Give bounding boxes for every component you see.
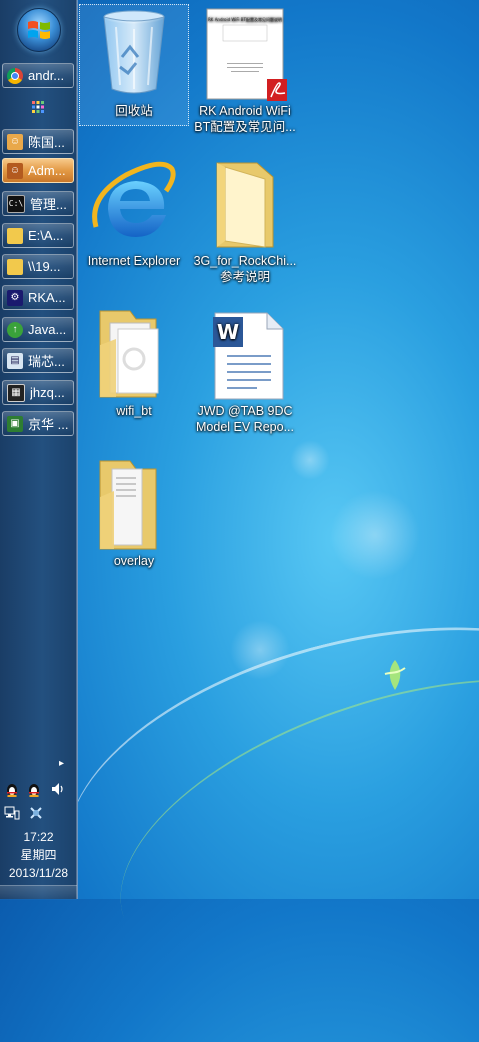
folder-icon (7, 227, 23, 244)
taskbar-button-explorer-network[interactable]: \\19... (2, 254, 74, 279)
recycle-bin-icon (86, 7, 182, 103)
taskbar-button-qq-chat[interactable]: ☺ 陈国... (2, 129, 74, 154)
taskbar-button-label: 瑞芯... (28, 354, 65, 369)
desktop-icon-pdf-document[interactable]: RK Android WiFi BT配置及常见问题说明 RK Android W… (190, 7, 300, 135)
taskbar-button-label: 京华 ... (28, 417, 69, 432)
desktop-icon-label: wifi_bt (116, 404, 152, 418)
taskbar-button-label: \\19... (28, 259, 61, 274)
wallpaper-glow (290, 440, 330, 480)
app-icon: ▣ (7, 415, 23, 432)
taskbar-button-label: RKA... (28, 290, 66, 305)
desktop-icon-label: JWD @TAB 9DC Model EV Repo... (196, 404, 294, 434)
internet-explorer-icon (86, 157, 182, 253)
taskbar-button-rk-tool[interactable]: ⚙ RKA... (2, 285, 74, 310)
show-hidden-icons-button[interactable]: ▸ (59, 758, 64, 769)
folder-icon (86, 307, 182, 403)
word-document-icon: W (197, 307, 293, 403)
taskbar-button-label: 管理... (30, 197, 67, 212)
wallpaper-glow (230, 620, 290, 680)
terminal-icon: ▦ (7, 383, 25, 402)
desktop-icon-label: overlay (113, 554, 155, 568)
taskbar-button-chrome[interactable]: andr... (2, 63, 74, 88)
taskbar-button-admin-chat[interactable]: ☺ Adm... (2, 158, 74, 183)
chrome-icon (7, 67, 23, 84)
desktop-icon-word-document[interactable]: W JWD @TAB 9DC Model EV Repo... (190, 307, 300, 435)
taskbar-button-rockchip[interactable]: ▤ 瑞芯... (2, 348, 74, 373)
taskbar-button-label: E:\A... (28, 228, 64, 243)
taskbar-button-jinghua[interactable]: ▣ 京华 ... (2, 411, 74, 436)
taskbar: andr... ☺ 陈国... ☺ Adm... C:\ 管理... E:\A.… (0, 0, 78, 900)
wallpaper-wave (32, 571, 479, 1012)
start-button[interactable] (17, 8, 61, 52)
taskbar-button-label: Java... (28, 322, 67, 337)
taskbar-button-command-prompt[interactable]: C:\ 管理... (2, 191, 74, 216)
java-icon: ↑ (7, 321, 23, 338)
taskbar-button-java[interactable]: ↑ Java... (2, 317, 74, 342)
app-icon: ▤ (7, 352, 23, 369)
desktop-icon-recycle-bin[interactable]: 回收站 (79, 4, 189, 126)
wallpaper-glow (330, 490, 420, 580)
taskbar-button-label: Adm... (28, 163, 66, 178)
command-prompt-icon: C:\ (7, 194, 25, 213)
qq-penguin-icon[interactable] (4, 781, 20, 798)
security-alert-icon[interactable] (28, 805, 44, 821)
desktop-icon-label: RK Android WiFi BT配置及常见问... (194, 104, 296, 134)
volume-icon[interactable] (50, 781, 66, 797)
taskbar-button-terminal[interactable]: ▦ jhzq... (2, 380, 74, 405)
show-desktop-button[interactable] (0, 885, 77, 900)
windows-leaf-logo (384, 660, 406, 690)
taskbar-button-label: andr... (28, 68, 65, 83)
desktop-icon-3g-folder[interactable]: 3G_for_RockChi... 参考说明 (190, 157, 300, 285)
desktop-icon-wifi-bt-folder[interactable]: wifi_bt (79, 307, 189, 419)
apps-grid-icon[interactable] (31, 100, 45, 114)
folder-icon (86, 457, 182, 553)
qq-penguin-icon[interactable] (26, 781, 42, 798)
taskbar-button-label: 陈国... (28, 135, 65, 150)
taskbar-button-label: jhzq... (30, 385, 65, 400)
rk-tool-icon: ⚙ (7, 289, 23, 306)
desktop-icon-overlay-folder[interactable]: overlay (79, 457, 189, 569)
desktop-icon-internet-explorer[interactable]: Internet Explorer (79, 157, 189, 269)
network-icon[interactable] (4, 805, 20, 821)
folder-icon (197, 157, 293, 253)
taskbar-button-explorer-e[interactable]: E:\A... (2, 223, 74, 248)
notification-area-row-2 (4, 805, 74, 823)
qq-chat-icon: ☺ (7, 162, 23, 179)
taskbar-clock[interactable]: 17:22 星期四 2013/11/28 (0, 828, 77, 882)
desktop-icon-label: 3G_for_RockChi... 参考说明 (193, 254, 297, 284)
pdf-document-icon: RK Android WiFi BT配置及常见问题说明 (197, 7, 293, 103)
svg-text:W: W (217, 320, 239, 344)
windows-logo-icon (28, 21, 50, 39)
clock-date: 2013/11/28 (8, 866, 69, 880)
desktop-icon-label: Internet Explorer (87, 254, 181, 268)
wallpaper-wave (83, 619, 479, 1042)
folder-icon (7, 258, 23, 275)
notification-area (4, 781, 74, 799)
clock-time: 17:22 (23, 830, 54, 844)
desktop-icon-label: 回收站 (115, 104, 153, 118)
clock-weekday: 星期四 (20, 848, 57, 862)
qq-chat-icon: ☺ (7, 133, 23, 150)
pdf-page-title: RK Android WiFi BT配置及常见问题说明 (208, 16, 282, 22)
